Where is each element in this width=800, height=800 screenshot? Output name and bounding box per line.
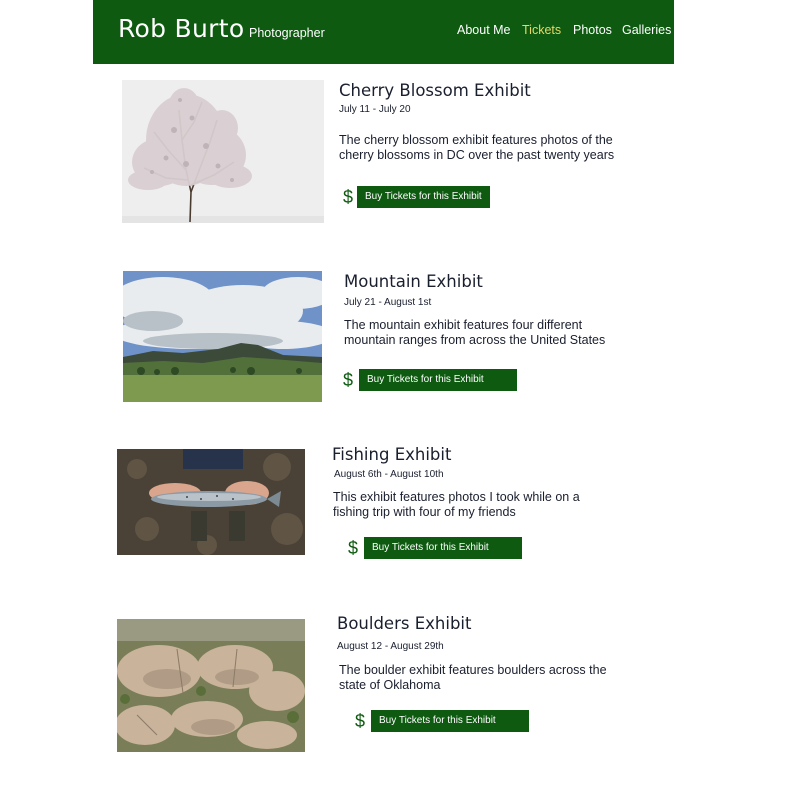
site-tagline: Photographer	[249, 26, 325, 40]
nav-tickets[interactable]: Tickets	[522, 23, 561, 37]
buy-tickets-button[interactable]: Buy Tickets for this Exhibit	[364, 537, 522, 559]
exhibit-dates: August 6th - August 10th	[334, 469, 444, 480]
exhibit-title: Mountain Exhibit	[344, 272, 483, 291]
cherry-blossom-tree-photo	[122, 80, 324, 223]
exhibit-description: The boulder exhibit features boulders ac…	[339, 663, 607, 692]
mountain-landscape-photo	[123, 271, 322, 402]
exhibit-title: Fishing Exhibit	[332, 445, 452, 464]
buy-tickets-button[interactable]: Buy Tickets for this Exhibit	[371, 710, 529, 732]
buy-tickets-button[interactable]: Buy Tickets for this Exhibit	[357, 186, 490, 208]
dollar-icon: $	[348, 538, 359, 558]
exhibit-description: This exhibit features photos I took whil…	[333, 490, 580, 519]
buy-tickets-button[interactable]: Buy Tickets for this Exhibit	[359, 369, 517, 391]
nav-about-me[interactable]: About Me	[457, 23, 511, 37]
nav-photos[interactable]: Photos	[573, 23, 612, 37]
boulders-photo	[117, 619, 305, 752]
dollar-icon: $	[343, 187, 354, 207]
dollar-icon: $	[343, 370, 354, 390]
exhibit-description: The mountain exhibit features four diffe…	[344, 318, 606, 347]
exhibit-dates: August 12 - August 29th	[337, 641, 444, 652]
site-header: Rob Burto Photographer About Me Tickets …	[93, 0, 674, 64]
exhibit-title: Boulders Exhibit	[337, 614, 472, 633]
exhibit-dates: July 21 - August 1st	[344, 297, 432, 308]
nav-galleries[interactable]: Galleries	[622, 23, 671, 37]
exhibit-dates: July 11 - July 20	[339, 104, 411, 115]
dollar-icon: $	[355, 711, 366, 731]
fish-in-hands-photo	[117, 449, 305, 555]
site-brand[interactable]: Rob Burto	[118, 14, 244, 43]
exhibit-title: Cherry Blossom Exhibit	[339, 81, 531, 100]
exhibit-description: The cherry blossom exhibit features phot…	[339, 133, 615, 162]
